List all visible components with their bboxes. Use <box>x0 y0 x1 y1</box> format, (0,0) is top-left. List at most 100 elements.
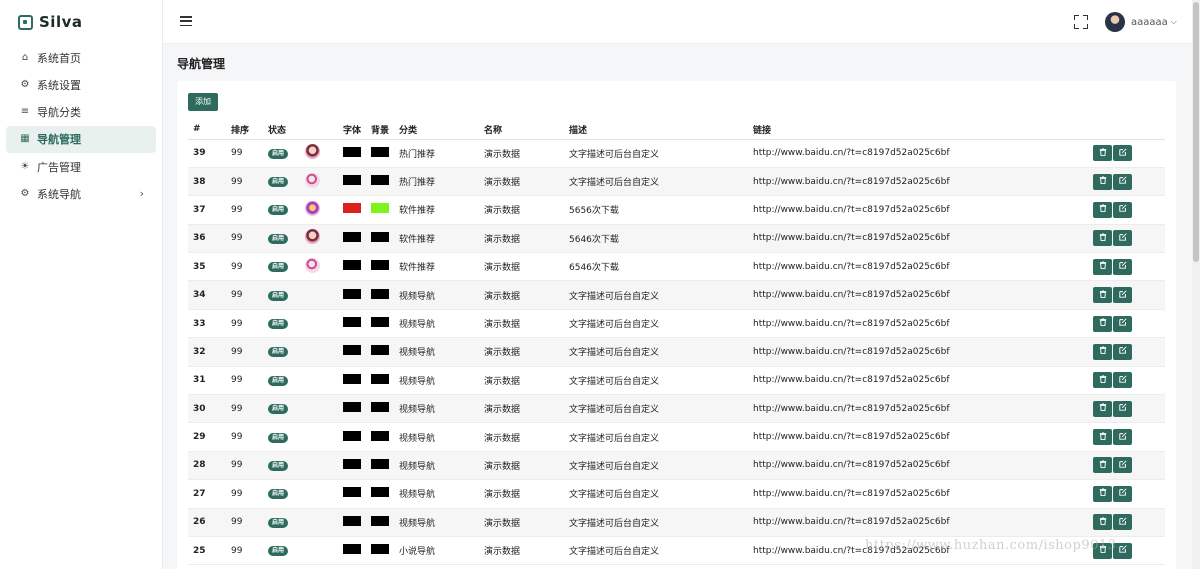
sidebar-item-1[interactable]: ⚙ 系统设置 <box>6 71 156 98</box>
status-badge[interactable]: 启用 <box>268 489 289 500</box>
sidebar-item-2[interactable]: ≡ 导航分类 <box>6 99 156 126</box>
edit-button[interactable] <box>1113 400 1132 417</box>
row-link[interactable]: http://www.baidu.cn/?t=c8197d52a025c6bf <box>748 309 1088 339</box>
fullscreen-icon[interactable] <box>1074 15 1088 29</box>
status-badge[interactable]: 启用 <box>268 148 289 159</box>
delete-button[interactable] <box>1093 230 1112 247</box>
bg-color-swatch <box>371 231 389 242</box>
font-color-swatch <box>343 317 361 328</box>
brand-logo-icon <box>18 14 33 30</box>
delete-button[interactable] <box>1093 258 1112 275</box>
status-badge[interactable]: 启用 <box>268 517 289 528</box>
brand[interactable]: Silva <box>0 0 162 44</box>
delete-button[interactable] <box>1093 372 1112 389</box>
row-link[interactable]: http://www.baidu.cn/?t=c8197d52a025c6bf <box>748 139 1088 168</box>
delete-button[interactable] <box>1093 514 1112 531</box>
edit-button[interactable] <box>1113 315 1132 332</box>
row-category: 视频导航 <box>394 479 479 509</box>
row-id: 33 <box>188 309 226 339</box>
bg-color-swatch <box>371 373 389 384</box>
delete-button[interactable] <box>1093 457 1112 474</box>
edit-button[interactable] <box>1113 201 1132 218</box>
row-id: 29 <box>188 422 226 452</box>
row-category: 软件推荐 <box>394 224 479 254</box>
delete-button[interactable] <box>1093 287 1112 304</box>
add-button[interactable]: 添加 <box>188 93 218 111</box>
row-link[interactable]: http://www.baidu.cn/?t=c8197d52a025c6bf <box>748 479 1088 509</box>
trash-icon <box>1099 460 1106 468</box>
row-link[interactable]: http://www.baidu.cn/?t=c8197d52a025c6bf <box>748 394 1088 424</box>
row-name: 演示数据 <box>479 139 564 168</box>
status-badge[interactable]: 启用 <box>268 177 289 188</box>
table-row: 30 99 启用 视频导航 演示数据 文字描述可后台自定义 http://www.baidu… <box>188 394 1165 424</box>
row-desc: 文字描述可后台自定义 <box>564 479 748 509</box>
trash-icon <box>1099 204 1106 213</box>
table-body: 39 99 启用 热门推荐 演示数据 文字描述可后台自定义 http://www.baidu… <box>188 139 1165 566</box>
hamburger-menu-icon[interactable] <box>180 16 192 26</box>
sidebar-item-3[interactable]: ▦ 导航管理 <box>6 125 156 153</box>
row-link[interactable]: http://www.baidu.cn/?t=c8197d52a025c6bf <box>748 280 1088 310</box>
row-name: 演示数据 <box>479 309 564 339</box>
row-link[interactable]: http://www.baidu.cn/?t=c8197d52a025c6bf <box>748 224 1088 254</box>
status-badge[interactable]: 启用 <box>268 319 289 330</box>
row-link[interactable]: http://www.baidu.cn/?t=c8197d52a025c6bf <box>748 195 1088 225</box>
sidebar-item-label: 广告管理 <box>37 160 81 174</box>
status-badge[interactable]: 启用 <box>268 290 289 301</box>
scrollbar-thumb[interactable] <box>1193 2 1199 262</box>
edit-button[interactable] <box>1113 145 1132 162</box>
user-menu[interactable]: aaaaaa ⌵ <box>1105 12 1177 32</box>
status-badge[interactable]: 启用 <box>268 233 289 244</box>
sidebar-item-0[interactable]: ⌂ 系统首页 <box>6 44 156 71</box>
row-sort: 99 <box>226 451 263 481</box>
edit-button[interactable] <box>1113 429 1132 446</box>
sidebar-item-5[interactable]: ⚙ 系统导航 › <box>6 180 156 207</box>
edit-button[interactable] <box>1113 457 1132 474</box>
status-badge[interactable]: 启用 <box>268 432 289 443</box>
trash-icon <box>1099 517 1106 525</box>
sidebar-item-4[interactable]: ☀ 广告管理 <box>6 153 156 180</box>
delete-button[interactable] <box>1093 429 1112 446</box>
edit-button[interactable] <box>1113 343 1132 360</box>
font-color-swatch <box>343 458 361 469</box>
delete-button[interactable] <box>1093 173 1112 190</box>
edit-button[interactable] <box>1113 485 1132 502</box>
scrollbar[interactable] <box>1192 0 1200 569</box>
edit-button[interactable] <box>1113 514 1132 531</box>
edit-button[interactable] <box>1113 173 1132 190</box>
delete-button[interactable] <box>1093 201 1112 218</box>
status-badge[interactable]: 启用 <box>268 546 289 557</box>
table-row: 28 99 启用 视频导航 演示数据 文字描述可后台自定义 http://www.baidu… <box>188 451 1165 481</box>
row-desc: 文字描述可后台自定义 <box>564 139 748 168</box>
status-badge[interactable]: 启用 <box>268 262 289 273</box>
delete-button[interactable] <box>1093 315 1112 332</box>
status-badge[interactable]: 启用 <box>268 375 289 386</box>
status-badge[interactable]: 启用 <box>268 347 289 358</box>
delete-button[interactable] <box>1093 343 1112 360</box>
delete-button[interactable] <box>1093 485 1112 502</box>
delete-button[interactable] <box>1093 400 1112 417</box>
row-link[interactable]: http://www.baidu.cn/?t=c8197d52a025c6bf <box>748 252 1088 282</box>
row-link[interactable]: http://www.baidu.cn/?t=c8197d52a025c6bf <box>748 508 1088 537</box>
bg-color-swatch <box>371 288 389 299</box>
status-badge[interactable]: 启用 <box>268 205 289 216</box>
row-desc: 6546次下载 <box>564 252 748 282</box>
edit-button[interactable] <box>1113 258 1132 275</box>
edit-button[interactable] <box>1113 372 1132 389</box>
edit-button[interactable] <box>1113 287 1132 304</box>
edit-button[interactable] <box>1113 230 1132 247</box>
delete-button[interactable] <box>1093 145 1112 162</box>
page-title: 导航管理 <box>177 57 226 71</box>
row-link[interactable]: http://www.baidu.cn/?t=c8197d52a025c6bf <box>748 451 1088 481</box>
row-link[interactable]: http://www.baidu.cn/?t=c8197d52a025c6bf <box>748 366 1088 396</box>
status-badge[interactable]: 启用 <box>268 460 289 471</box>
row-desc: 文字描述可后台自定义 <box>564 167 748 197</box>
status-badge[interactable]: 启用 <box>268 404 289 415</box>
edit-icon <box>1118 545 1127 553</box>
column-header: 排序 <box>226 120 263 140</box>
trash-icon <box>1099 403 1106 412</box>
row-link[interactable]: http://www.baidu.cn/?t=c8197d52a025c6bf <box>748 167 1088 197</box>
row-link[interactable]: http://www.baidu.cn/?t=c8197d52a025c6bf <box>748 337 1088 367</box>
row-category: 软件推荐 <box>394 195 479 225</box>
edit-icon <box>1118 204 1127 213</box>
row-link[interactable]: http://www.baidu.cn/?t=c8197d52a025c6bf <box>748 422 1088 452</box>
